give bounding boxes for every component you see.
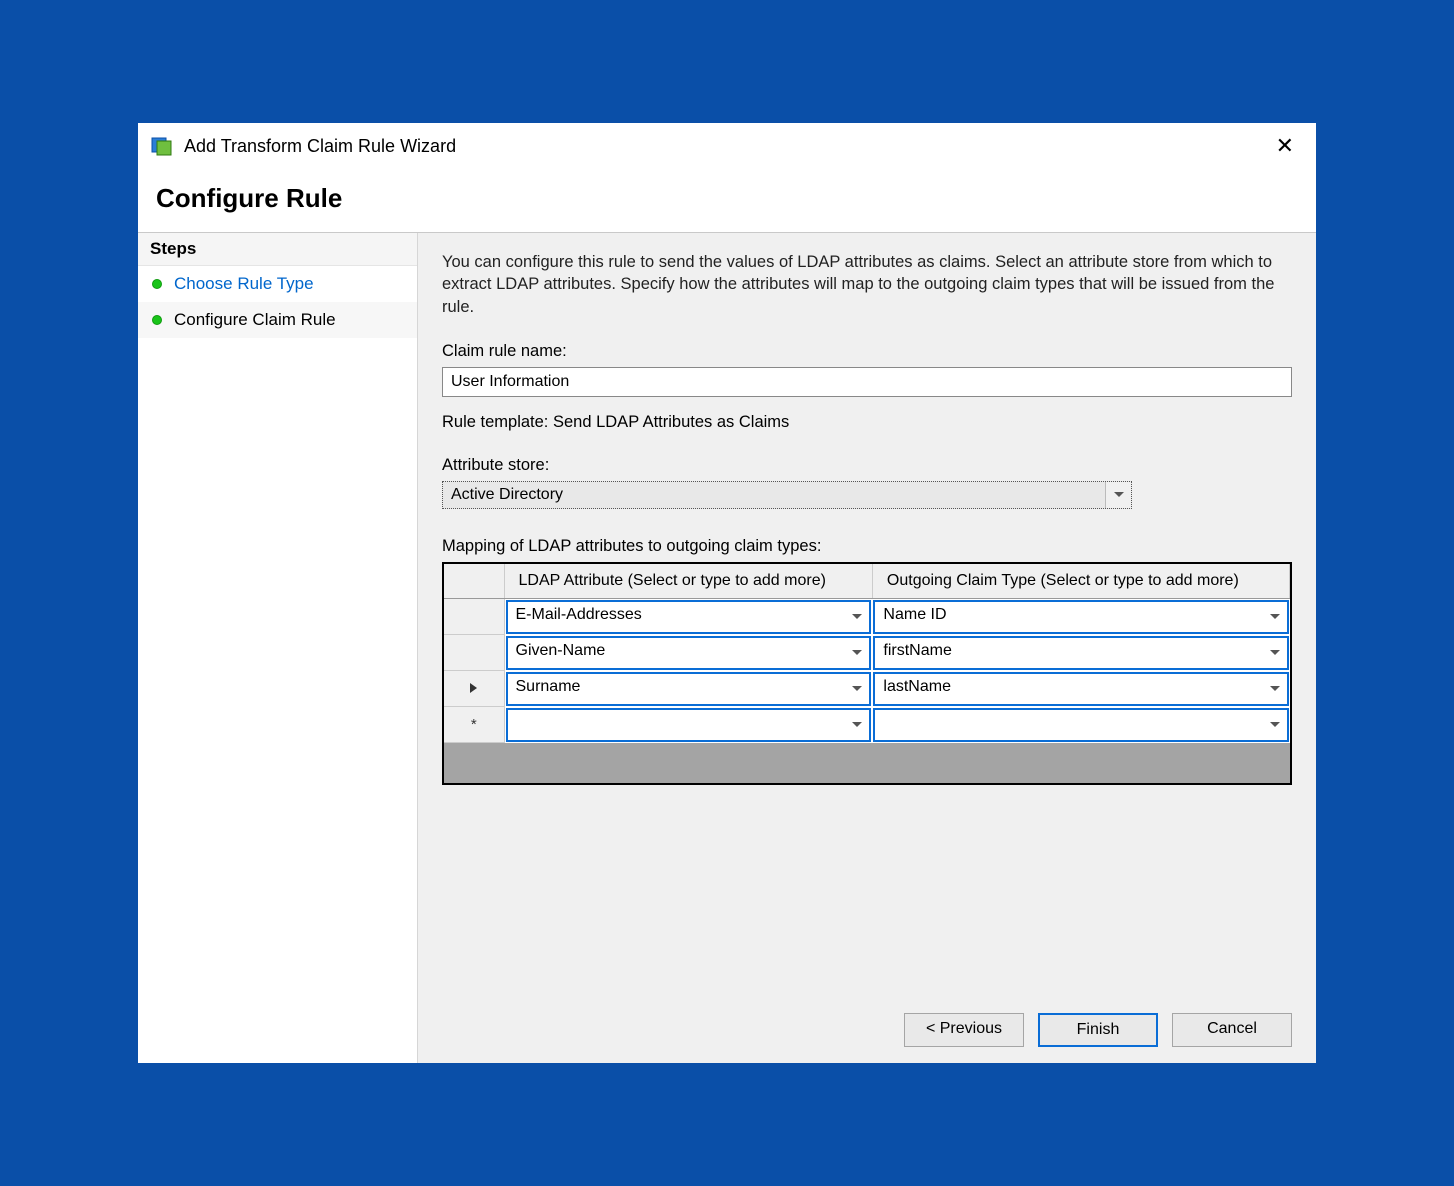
- ldap-attribute-cell[interactable]: Given-Name: [506, 636, 872, 670]
- attribute-store-label: Attribute store:: [442, 456, 1292, 475]
- table-row-new: *: [444, 707, 1290, 743]
- row-indicator[interactable]: [444, 598, 504, 635]
- wizard-window: Add Transform Claim Rule Wizard ✕ Config…: [137, 122, 1317, 1064]
- chevron-down-icon: [1263, 710, 1287, 740]
- table-row: Surname lastName: [444, 671, 1290, 707]
- page-title: Configure Rule: [156, 183, 1298, 214]
- grid-col-ldap-attribute[interactable]: LDAP Attribute (Select or type to add mo…: [504, 564, 872, 599]
- close-icon[interactable]: ✕: [1266, 131, 1304, 161]
- ldap-attribute-cell[interactable]: [506, 708, 872, 742]
- chevron-down-icon: [845, 638, 869, 668]
- row-indicator-current[interactable]: [444, 671, 504, 707]
- wizard-icon: [150, 134, 174, 158]
- cancel-button[interactable]: Cancel: [1172, 1013, 1292, 1047]
- outgoing-claim-cell[interactable]: firstName: [873, 636, 1288, 670]
- rule-description: You can configure this rule to send the …: [442, 251, 1292, 318]
- step-label: Configure Claim Rule: [174, 310, 336, 330]
- attribute-store-value: Active Directory: [443, 482, 1105, 508]
- ldap-attribute-cell[interactable]: Surname: [506, 672, 872, 706]
- ldap-attribute-cell[interactable]: E-Mail-Addresses: [506, 600, 872, 634]
- previous-button[interactable]: < Previous: [904, 1013, 1024, 1047]
- wizard-footer: < Previous Finish Cancel: [904, 1013, 1292, 1047]
- content-panel: You can configure this rule to send the …: [418, 233, 1316, 1063]
- claim-rule-name-label: Claim rule name:: [442, 342, 1292, 361]
- mapping-label: Mapping of LDAP attributes to outgoing c…: [442, 537, 1292, 556]
- row-indicator[interactable]: [444, 635, 504, 671]
- claim-rule-name-input[interactable]: [442, 367, 1292, 397]
- window-title: Add Transform Claim Rule Wizard: [184, 136, 1266, 157]
- finish-button[interactable]: Finish: [1038, 1013, 1158, 1047]
- chevron-down-icon: [845, 710, 869, 740]
- current-row-icon: [470, 683, 477, 693]
- step-active-icon: [152, 315, 162, 325]
- outgoing-claim-cell[interactable]: lastName: [873, 672, 1288, 706]
- chevron-down-icon: [1263, 602, 1287, 632]
- mapping-grid: LDAP Attribute (Select or type to add mo…: [442, 562, 1292, 786]
- rule-template-text: Rule template: Send LDAP Attributes as C…: [442, 413, 1292, 432]
- step-configure-claim-rule[interactable]: Configure Claim Rule: [138, 302, 417, 338]
- titlebar: Add Transform Claim Rule Wizard ✕: [138, 123, 1316, 169]
- chevron-down-icon: [1263, 674, 1287, 704]
- grid-rowheader-blank: [444, 564, 504, 599]
- table-row: E-Mail-Addresses Name ID: [444, 598, 1290, 635]
- chevron-down-icon: [1105, 482, 1131, 508]
- row-indicator-new[interactable]: *: [444, 707, 504, 743]
- chevron-down-icon: [845, 674, 869, 704]
- heading-area: Configure Rule: [138, 169, 1316, 233]
- step-complete-icon: [152, 279, 162, 289]
- grid-col-outgoing-claim[interactable]: Outgoing Claim Type (Select or type to a…: [872, 564, 1289, 599]
- outgoing-claim-cell[interactable]: Name ID: [873, 600, 1288, 634]
- chevron-down-icon: [1263, 638, 1287, 668]
- chevron-down-icon: [845, 602, 869, 632]
- attribute-store-dropdown[interactable]: Active Directory: [442, 481, 1132, 509]
- steps-sidebar: Steps Choose Rule Type Configure Claim R…: [138, 233, 418, 1063]
- table-row: Given-Name firstName: [444, 635, 1290, 671]
- step-choose-rule-type[interactable]: Choose Rule Type: [138, 266, 417, 302]
- step-label: Choose Rule Type: [174, 274, 314, 294]
- sidebar-header: Steps: [138, 233, 417, 266]
- outgoing-claim-cell[interactable]: [873, 708, 1288, 742]
